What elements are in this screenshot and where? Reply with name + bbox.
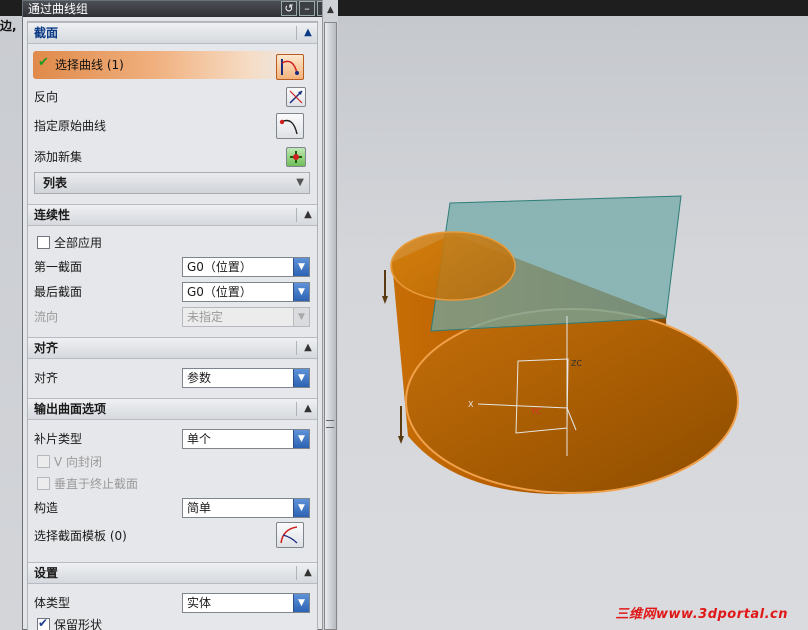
header-divider [296, 566, 297, 580]
header-divider [296, 26, 297, 40]
flow-direction-value: 未指定 [187, 310, 224, 324]
collapse-up-icon[interactable]: ▲ [301, 208, 315, 222]
dropdown-arrow-icon: ▼ [293, 283, 309, 301]
dropdown-arrow-icon: ▼ [293, 258, 309, 276]
apply-all-label: 全部应用 [54, 236, 103, 250]
patch-type-label: 补片类型 [34, 432, 83, 446]
body-type-value: 实体 [187, 596, 212, 610]
perpendicular-label: 垂直于终止截面 [54, 477, 139, 491]
dropdown-arrow-icon: ▼ [293, 594, 309, 612]
specify-origin-curve-row: 指定原始曲线 [28, 114, 317, 138]
section-template-icon[interactable] [276, 522, 304, 548]
collapse-up-icon[interactable]: ▲ [301, 402, 315, 416]
continuity-header-label: 连续性 [34, 208, 71, 222]
axis-x-label: X [468, 400, 474, 409]
keep-shape-checkbox[interactable] [37, 616, 50, 630]
header-divider [296, 402, 297, 416]
collapse-up-icon[interactable]: ▲ [301, 26, 315, 40]
last-section-value: G0（位置） [187, 285, 252, 299]
header-divider [296, 341, 297, 355]
through-curves-dialog: 通过曲线组 ↺ – ✕ 截面 ▲ ✔ 选择曲线 (1) 反向 指定原始曲线 [22, 0, 333, 630]
last-section-label: 最后截面 [34, 285, 83, 299]
specify-origin-curve-icon[interactable] [276, 113, 304, 139]
output-surface-group-header[interactable]: 输出曲面选项 ▲ [28, 398, 317, 420]
construction-label: 构造 [34, 501, 59, 515]
select-template-row: 选择截面模板 (0) [28, 524, 317, 548]
dropdown-arrow-icon: ▼ [293, 430, 309, 448]
last-section-select[interactable]: G0（位置） ▼ [182, 282, 310, 302]
dropdown-arrow-icon: ▼ [293, 308, 309, 326]
flow-direction-label: 流向 [34, 310, 59, 324]
apply-all-checkbox[interactable] [37, 236, 50, 249]
construction-value: 简单 [187, 501, 212, 515]
first-section-value: G0（位置） [187, 260, 252, 274]
perpendicular-checkbox [37, 477, 50, 490]
header-divider [296, 208, 297, 222]
dropdown-arrow-icon: ▼ [293, 499, 309, 517]
axis-zc-label: ZC [571, 359, 582, 368]
first-section-select[interactable]: G0（位置） ▼ [182, 257, 310, 277]
collapse-up-icon[interactable]: ▲ [301, 341, 315, 355]
dialog-body: 截面 ▲ ✔ 选择曲线 (1) 反向 指定原始曲线 添加新集 列表 ▼ 连续性 … [27, 21, 318, 630]
reverse-direction-row: 反向 [28, 85, 317, 109]
alignment-label: 对齐 [34, 371, 59, 385]
chevron-down-icon: ▼ [296, 177, 304, 188]
alignment-value: 参数 [187, 371, 212, 385]
select-curve-row[interactable]: ✔ 选择曲线 (1) [33, 51, 303, 79]
keep-shape-label: 保留形状 [54, 618, 103, 630]
reset-button[interactable]: ↺ [281, 1, 297, 16]
settings-header-label: 设置 [34, 566, 59, 580]
dropdown-arrow-icon: ▼ [293, 369, 309, 387]
first-section-label: 第一截面 [34, 260, 83, 274]
v-closed-label: V 向封闭 [54, 455, 103, 469]
flow-direction-select: 未指定 ▼ [182, 307, 310, 327]
scrollbar-thumb[interactable] [324, 22, 337, 630]
continuity-group-header[interactable]: 连续性 ▲ [28, 204, 317, 226]
specify-origin-curve-label: 指定原始曲线 [34, 119, 107, 133]
collapse-up-icon[interactable]: ▲ [301, 566, 315, 580]
left-edge-text: 边, [0, 19, 17, 33]
dialog-scrollbar[interactable]: ▲ [322, 0, 338, 630]
construction-select[interactable]: 简单 ▼ [182, 498, 310, 518]
add-new-set-icon[interactable] [286, 147, 306, 167]
alignment-header-label: 对齐 [34, 341, 59, 355]
checkmark-icon: ✔ [38, 55, 49, 70]
v-closed-checkbox [37, 455, 50, 468]
reverse-direction-icon[interactable] [286, 87, 306, 107]
dialog-title: 通过曲线组 [28, 2, 89, 16]
add-new-set-row: 添加新集 [28, 145, 317, 169]
minimize-button[interactable]: – [299, 1, 315, 16]
site-watermark: 三维网www.3dportal.cn [615, 607, 788, 622]
select-curve-icon[interactable] [276, 54, 304, 80]
model-canvas: X ZC YC [382, 195, 739, 495]
section-group-header[interactable]: 截面 ▲ [28, 22, 317, 44]
loft-solid[interactable] [382, 195, 739, 495]
dialog-titlebar[interactable]: 通过曲线组 ↺ – ✕ [23, 1, 333, 17]
scrollbar-grip-icon [326, 420, 334, 428]
select-template-label: 选择截面模板 (0) [34, 529, 127, 543]
alignment-group-header[interactable]: 对齐 ▲ [28, 337, 317, 359]
left-panel-edge: 边, [0, 16, 22, 630]
output-surface-header-label: 输出曲面选项 [34, 402, 107, 416]
body-type-label: 体类型 [34, 596, 71, 610]
body-type-select[interactable]: 实体 ▼ [182, 593, 310, 613]
axis-yc-label: YC [530, 407, 541, 416]
select-curve-label: 选择曲线 (1) [55, 58, 124, 72]
section-header-label: 截面 [34, 26, 59, 40]
alignment-select[interactable]: 参数 ▼ [182, 368, 310, 388]
reverse-direction-label: 反向 [34, 90, 59, 104]
patch-type-select[interactable]: 单个 ▼ [182, 429, 310, 449]
graphics-viewport[interactable]: X ZC YC 三维网www.3dportal.cn [338, 16, 808, 630]
section-list-label: 列表 [43, 176, 68, 190]
settings-group-header[interactable]: 设置 ▲ [28, 562, 317, 584]
patch-type-value: 单个 [187, 432, 212, 446]
add-new-set-label: 添加新集 [34, 150, 83, 164]
section-list-dropdown[interactable]: 列表 ▼ [34, 172, 310, 194]
scroll-up-arrow-icon[interactable]: ▲ [323, 2, 338, 18]
